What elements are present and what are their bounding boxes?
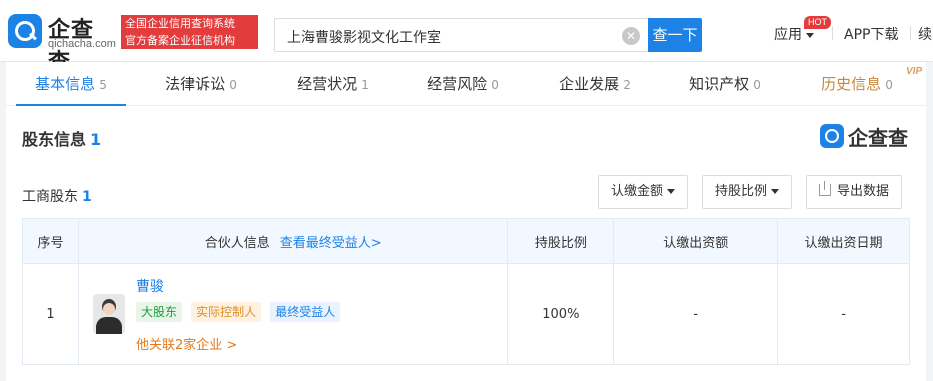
col-partner-label: 合伙人信息 bbox=[204, 235, 270, 251]
avatar[interactable] bbox=[92, 294, 125, 334]
slogan-line-2: 官方备案企业征信机构 bbox=[125, 34, 235, 47]
sub-section-title: 工商股东 1 bbox=[22, 186, 92, 206]
tab-operation[interactable]: 经营状况 1 bbox=[268, 62, 398, 106]
search-input-value: 上海曹骏影视文化工作室 bbox=[287, 30, 441, 46]
tab-legal[interactable]: 法律诉讼 0 bbox=[136, 62, 266, 106]
partner-tags: 大股东 实际控制人 最终受益人 bbox=[135, 302, 345, 322]
col-date: 认缴出资日期 bbox=[777, 218, 910, 264]
brand-text: 企查查 bbox=[848, 126, 908, 150]
download-icon bbox=[819, 181, 831, 196]
table-header-row: 序号 合伙人信息 查看最终受益人> 持股比例 认缴出资额 认缴出资日期 bbox=[22, 218, 910, 264]
nav-divider bbox=[910, 26, 911, 40]
cell-partner: 曹骏 大股东 实际控制人 最终受益人 他关联2家企业 > bbox=[77, 263, 509, 365]
export-data-button[interactable]: 导出数据 bbox=[806, 175, 903, 209]
button-label: 导出数据 bbox=[837, 184, 890, 199]
tab-basic-info[interactable]: 基本信息 5 bbox=[6, 62, 136, 106]
search-input[interactable]: 上海曹骏影视文化工作室 ✕ bbox=[274, 18, 648, 52]
tag-actual-controller: 实际控制人 bbox=[191, 302, 262, 322]
tab-risk[interactable]: 经营风险 0 bbox=[398, 62, 528, 106]
tab-count: 5 bbox=[99, 78, 107, 92]
table-row: 1 曹骏 大股东 实际控制人 最终受益人 他关联2家企业 > 100% - - bbox=[22, 263, 910, 365]
button-label: 认缴金额 bbox=[611, 184, 664, 199]
caret-down-icon bbox=[667, 189, 676, 194]
shareholder-panel: 股东信息 1 企查查 工商股东 1 认缴金额 持股比例 导出数据 序号 合伙人信息查… bbox=[6, 106, 926, 381]
top-header: 企查查 qichacha.com 全国企业信用查询系统 官方备案企业征信机构 上… bbox=[0, 0, 933, 75]
tag-major-shareholder: 大股东 bbox=[135, 302, 182, 322]
cell-date: - bbox=[777, 263, 910, 365]
cell-amount: - bbox=[613, 263, 779, 365]
subscribed-amount-sort-button[interactable]: 认缴金额 bbox=[598, 175, 689, 209]
nav-more[interactable]: 续 bbox=[918, 24, 932, 44]
tab-label: 历史信息 bbox=[821, 75, 882, 93]
partner-name-link[interactable]: 曹骏 bbox=[136, 276, 164, 296]
sub-section-count: 1 bbox=[82, 189, 92, 205]
section-title: 股东信息 1 bbox=[22, 126, 101, 150]
tab-count: 2 bbox=[623, 78, 631, 92]
section-title-text: 股东信息 bbox=[22, 130, 87, 149]
search-button[interactable]: 查一下 bbox=[648, 18, 702, 52]
tab-history[interactable]: 历史信息 0 bbox=[792, 62, 922, 106]
caret-down-icon bbox=[771, 189, 780, 194]
share-ratio-sort-button[interactable]: 持股比例 bbox=[702, 175, 793, 209]
col-partner: 合伙人信息 查看最终受益人> bbox=[77, 218, 509, 264]
slogan-banner: 全国企业信用查询系统 官方备案企业征信机构 bbox=[121, 15, 258, 49]
view-beneficiary-link[interactable]: 查看最终受益人> bbox=[280, 236, 382, 251]
brand-logo: 企查查 bbox=[820, 122, 914, 150]
tab-count: 0 bbox=[753, 78, 761, 92]
nav-app-download[interactable]: APP下载 bbox=[844, 24, 898, 44]
nav-app-label: 应用 bbox=[774, 27, 802, 43]
tag-ultimate-beneficiary: 最终受益人 bbox=[270, 302, 341, 322]
tab-count: 0 bbox=[885, 78, 893, 92]
section-count: 1 bbox=[90, 130, 102, 149]
tab-label: 法律诉讼 bbox=[165, 75, 226, 93]
tab-label: 经营状况 bbox=[297, 75, 358, 93]
col-index: 序号 bbox=[22, 218, 79, 264]
brand-magnifier-icon bbox=[820, 124, 844, 148]
col-amount: 认缴出资额 bbox=[613, 218, 779, 264]
caret-down-icon bbox=[806, 32, 814, 38]
button-label: 持股比例 bbox=[715, 184, 768, 199]
tab-label: 企业发展 bbox=[559, 75, 620, 93]
cell-ratio: 100% bbox=[507, 263, 615, 365]
hot-badge: HOT bbox=[804, 16, 831, 29]
col-ratio: 持股比例 bbox=[507, 218, 615, 264]
company-tabs: 基本信息 5 法律诉讼 0 经营状况 1 经营风险 0 企业发展 2 知识产权 0 历史信息… bbox=[6, 62, 926, 106]
tab-count: 1 bbox=[361, 78, 369, 92]
tab-development[interactable]: 企业发展 2 bbox=[530, 62, 660, 106]
shareholder-table: 序号 合伙人信息查看最终受益人> 持股比例 认缴出资额 认缴出资日期 1 曹骏 bbox=[22, 218, 910, 365]
nav-divider bbox=[832, 26, 833, 40]
logo-magnifier-icon bbox=[8, 14, 42, 48]
logo-domain: qichacha.com bbox=[48, 38, 116, 50]
sub-title-text: 工商股东 bbox=[22, 189, 78, 205]
tab-count: 0 bbox=[229, 78, 237, 92]
slogan-line-1: 全国企业信用查询系统 bbox=[125, 17, 235, 30]
tab-label: 基本信息 bbox=[35, 75, 96, 93]
clear-icon[interactable]: ✕ bbox=[622, 27, 640, 45]
tab-ip[interactable]: 知识产权 0 bbox=[660, 62, 790, 106]
tab-count: 0 bbox=[491, 78, 499, 92]
tab-label: 知识产权 bbox=[689, 75, 750, 93]
tab-label: 经营风险 bbox=[427, 75, 488, 93]
vip-badge: VIP bbox=[906, 66, 923, 77]
site-logo[interactable]: 企查查 qichacha.com bbox=[8, 14, 116, 75]
cell-index: 1 bbox=[22, 263, 79, 365]
related-companies-link[interactable]: 他关联2家企业 > bbox=[136, 334, 237, 353]
